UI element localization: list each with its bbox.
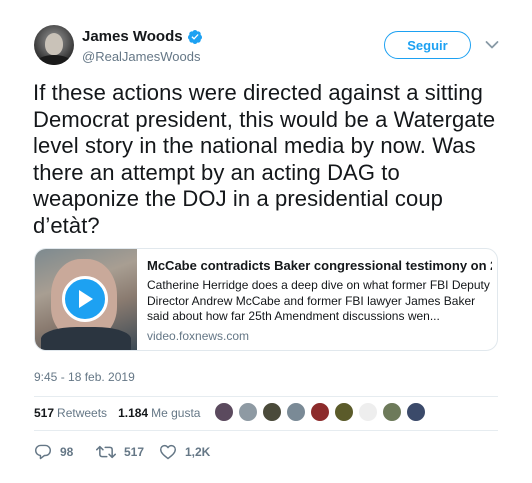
liker-avatar[interactable] <box>382 402 402 422</box>
like-button[interactable]: 1,2K <box>159 444 210 460</box>
play-icon[interactable] <box>62 276 108 322</box>
card-thumbnail[interactable] <box>35 249 137 350</box>
author-avatar[interactable] <box>34 25 74 65</box>
verified-badge-icon <box>187 29 202 44</box>
author-handle[interactable]: @RealJamesWoods <box>82 49 200 64</box>
heart-icon <box>160 444 176 460</box>
thumbnail-suit <box>41 327 131 350</box>
liker-avatar[interactable] <box>238 402 258 422</box>
follow-button[interactable]: Seguir <box>384 31 471 59</box>
retweet-icon <box>96 445 116 459</box>
likes-label: Me gusta <box>151 406 201 420</box>
liker-avatar[interactable] <box>334 402 354 422</box>
liker-avatar[interactable] <box>358 402 378 422</box>
author-name-row: James Woods <box>82 28 203 45</box>
retweet-count: 517 <box>124 445 145 459</box>
avatar-shoulders <box>36 55 72 65</box>
divider <box>34 430 498 431</box>
chevron-down-icon[interactable] <box>485 40 499 50</box>
like-count: 1,2K <box>185 445 211 459</box>
tweet-stats: 517 Retweets 1.184 Me gusta <box>34 406 211 420</box>
retweet-button[interactable]: 517 <box>96 444 159 460</box>
tweet-actions: 98 517 1,2K <box>34 444 210 460</box>
retweets-count: 517 <box>34 406 55 420</box>
divider <box>34 396 498 397</box>
liker-avatar[interactable] <box>406 402 426 422</box>
reply-count: 98 <box>60 445 74 459</box>
likes-stat[interactable]: 1.184 Me gusta <box>118 406 200 420</box>
tweet-text: If these actions were directed against a… <box>33 80 496 238</box>
liker-avatars <box>214 402 430 422</box>
card-body: McCabe contradicts Baker congressional t… <box>147 257 492 343</box>
reply-icon <box>35 444 51 460</box>
reply-button[interactable]: 98 <box>34 444 96 460</box>
tweet: James Woods @RealJamesWoods Seguir If th… <box>0 0 532 483</box>
card-description: Catherine Herridge does a deep dive on w… <box>147 278 490 323</box>
liker-avatar[interactable] <box>262 402 282 422</box>
liker-avatar[interactable] <box>286 402 306 422</box>
link-card[interactable]: McCabe contradicts Baker congressional t… <box>34 248 498 351</box>
avatar-face <box>45 33 63 55</box>
play-triangle-icon <box>79 290 93 308</box>
liker-avatar[interactable] <box>214 402 234 422</box>
retweets-stat[interactable]: 517 Retweets <box>34 406 107 420</box>
liker-avatar[interactable] <box>310 402 330 422</box>
author-name[interactable]: James Woods <box>82 28 183 45</box>
tweet-timestamp[interactable]: 9:45 - 18 feb. 2019 <box>34 370 135 384</box>
card-title[interactable]: McCabe contradicts Baker congressional t… <box>147 257 492 274</box>
likes-count: 1.184 <box>118 406 149 420</box>
card-domain: video.foxnews.com <box>147 328 250 343</box>
retweets-label: Retweets <box>57 406 108 420</box>
